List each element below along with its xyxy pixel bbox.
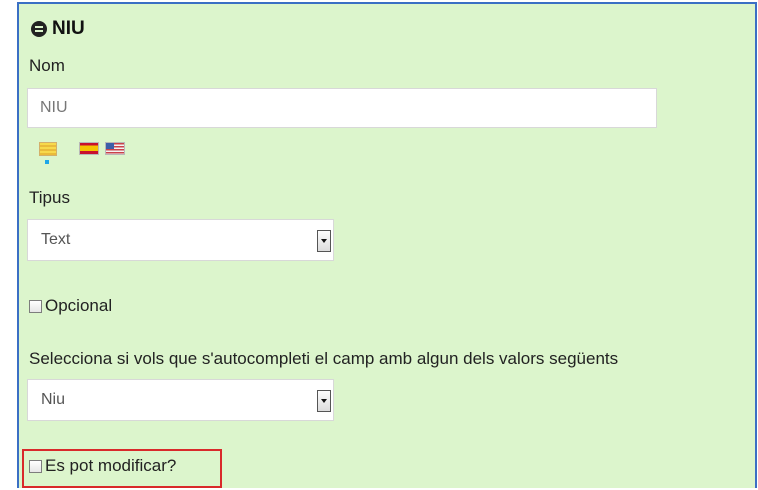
optional-label: Opcional bbox=[45, 296, 113, 315]
autocomplete-select[interactable]: Niu bbox=[27, 379, 334, 421]
modifiable-label: Es pot modificar? bbox=[45, 456, 177, 475]
autocomplete-select-value: Niu bbox=[41, 391, 66, 408]
name-label: Nom bbox=[29, 56, 65, 75]
list-icon[interactable] bbox=[31, 21, 47, 37]
ca-flag-icon[interactable] bbox=[39, 142, 57, 164]
autocomplete-label: Selecciona si vols que s'autocompleti el… bbox=[29, 349, 619, 368]
field-config-panel: NIU Nom Tipus Text Opcional Selecciona s… bbox=[17, 2, 757, 488]
es-flag-icon[interactable] bbox=[79, 142, 99, 155]
optional-row[interactable]: Opcional bbox=[29, 296, 112, 316]
modifiable-row[interactable]: Es pot modificar? bbox=[29, 456, 176, 476]
type-select[interactable]: Text bbox=[27, 219, 334, 261]
us-flag-icon[interactable] bbox=[105, 142, 125, 155]
section-header: NIU bbox=[31, 18, 85, 40]
chevron-down-icon[interactable] bbox=[317, 230, 331, 252]
optional-checkbox[interactable] bbox=[29, 299, 42, 313]
chevron-down-icon[interactable] bbox=[317, 390, 331, 412]
active-language-indicator bbox=[45, 160, 49, 164]
language-flags bbox=[39, 142, 125, 164]
section-title: NIU bbox=[52, 18, 85, 39]
name-input[interactable] bbox=[27, 88, 657, 128]
modifiable-checkbox[interactable] bbox=[29, 459, 42, 473]
type-label: Tipus bbox=[29, 188, 70, 207]
type-select-value: Text bbox=[41, 231, 71, 248]
